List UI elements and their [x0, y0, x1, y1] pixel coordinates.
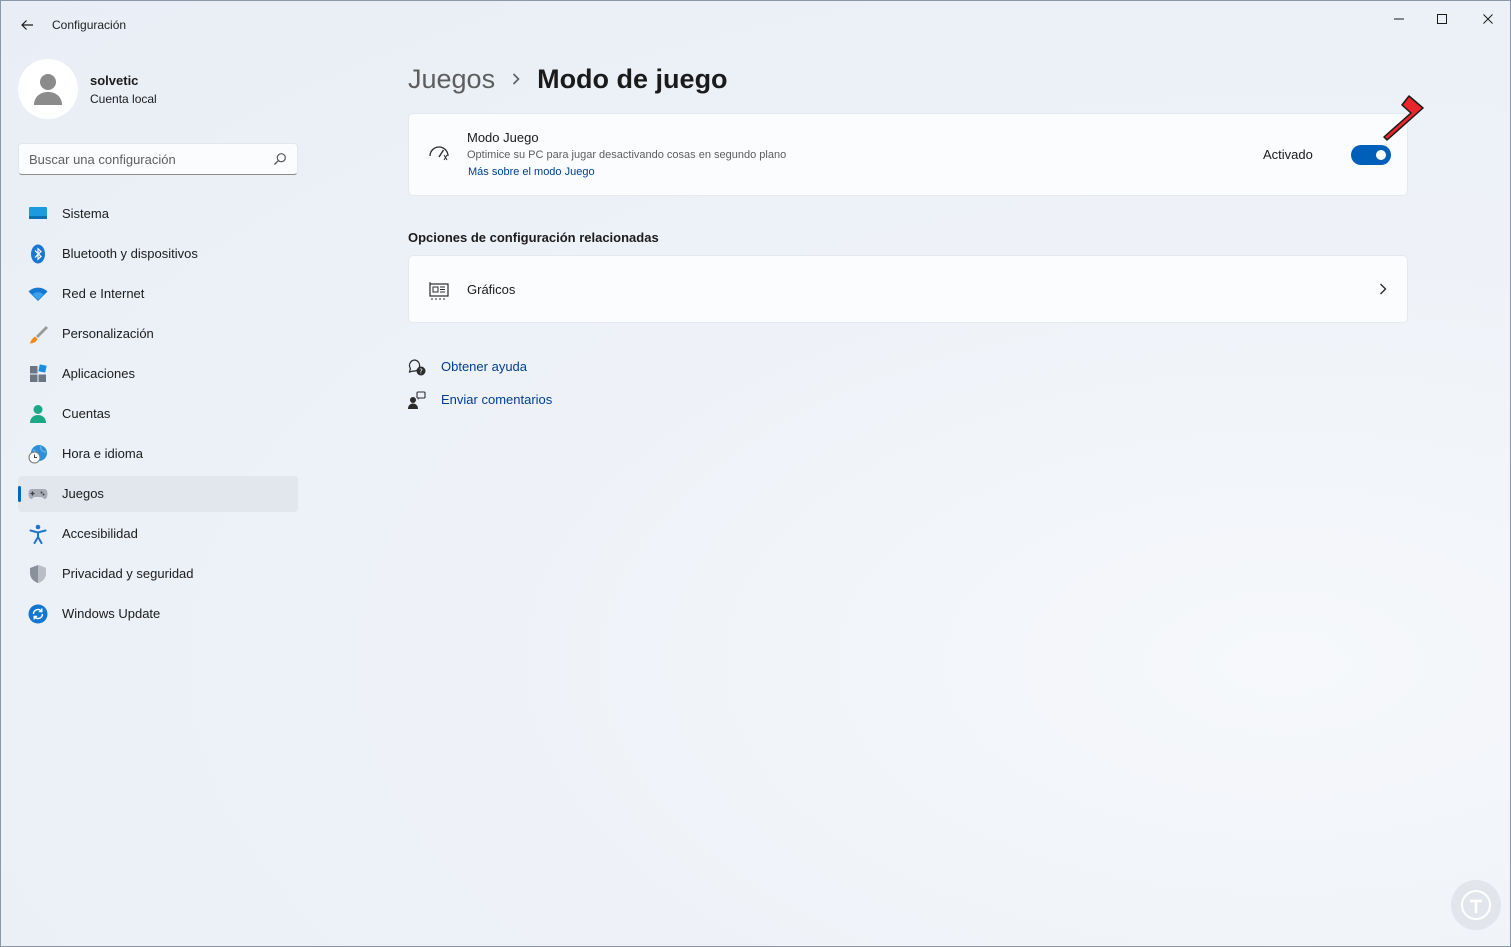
game-mode-toggle[interactable]	[1351, 145, 1391, 165]
user-profile[interactable]: solvetic Cuenta local	[18, 59, 298, 119]
breadcrumb: Juegos Modo de juego	[408, 59, 728, 99]
sidebar-item-cuentas[interactable]: Cuentas	[18, 396, 298, 432]
shield-icon	[30, 565, 46, 583]
breadcrumb-separator	[511, 72, 521, 86]
accessibility-icon	[29, 524, 47, 544]
sidebar-item-label: Sistema	[62, 206, 109, 221]
related-settings-title: Opciones de configuración relacionadas	[408, 230, 659, 245]
chevron-right-icon	[1380, 283, 1387, 295]
sidebar-item-label: Windows Update	[62, 606, 161, 621]
graphics-label: Gráficos	[467, 282, 516, 297]
game-mode-state-label: Activado	[1263, 147, 1313, 162]
sidebar-item-aplicaciones[interactable]: Aplicaciones	[18, 356, 298, 392]
game-mode-description: Optimice su PC para jugar desactivando c…	[467, 149, 787, 161]
sidebar-item-sistema[interactable]: Sistema	[18, 196, 298, 232]
user-name: solvetic	[90, 73, 139, 88]
toggle-knob	[1376, 150, 1386, 160]
minimize-button[interactable]	[1376, 7, 1422, 31]
avatar	[18, 59, 78, 119]
back-button[interactable]	[15, 13, 39, 37]
svg-text:?: ?	[419, 368, 423, 376]
game-mode-learn-more-link[interactable]: Más sobre el modo Juego	[468, 166, 595, 178]
graphics-settings-card[interactable]: Gráficos	[408, 255, 1408, 323]
help-chat-icon: ?	[408, 359, 426, 376]
sidebar-item-label: Personalización	[62, 326, 154, 341]
sidebar-item-bluetooth[interactable]: Bluetooth y dispositivos	[18, 236, 298, 272]
brush-icon	[29, 326, 48, 344]
sidebar-item-label: Accesibilidad	[62, 526, 138, 541]
account-icon	[30, 405, 46, 423]
update-icon	[28, 604, 48, 624]
page-title: Modo de juego	[537, 63, 728, 94]
app-title: Configuración	[52, 18, 127, 32]
account-type: Cuenta local	[90, 92, 157, 106]
sidebar-item-hora[interactable]: Hora e idioma	[18, 436, 298, 472]
sidebar-nav: Sistema Bluetooth y dispositivos Red e I…	[18, 196, 298, 636]
close-icon	[1483, 14, 1493, 24]
search-icon[interactable]	[273, 152, 287, 166]
sidebar-item-label: Bluetooth y dispositivos	[62, 246, 198, 261]
search-input[interactable]	[19, 144, 279, 174]
breadcrumb-parent[interactable]: Juegos	[408, 64, 495, 95]
sidebar-item-label: Privacidad y seguridad	[62, 566, 194, 581]
sidebar-item-privacidad[interactable]: Privacidad y seguridad	[18, 556, 298, 592]
back-arrow-icon	[21, 20, 33, 30]
send-feedback-label: Enviar comentarios	[441, 392, 553, 407]
sidebar-item-label: Juegos	[62, 486, 104, 501]
sidebar-item-red[interactable]: Red e Internet	[18, 276, 298, 312]
wifi-icon	[28, 287, 48, 301]
feedback-person-icon	[408, 391, 426, 409]
game-mode-gauge-icon	[429, 146, 449, 161]
get-help-label: Obtener ayuda	[441, 359, 528, 374]
watermark-logo-icon	[1461, 890, 1491, 920]
sidebar-item-label: Aplicaciones	[62, 366, 135, 381]
sidebar-item-label: Hora e idioma	[62, 446, 143, 461]
game-mode-card: Modo Juego Optimice su PC para jugar des…	[408, 113, 1408, 196]
apps-icon	[30, 364, 47, 382]
sidebar-item-windows-update[interactable]: Windows Update	[18, 596, 298, 632]
title-bar: Configuración	[1, 1, 1510, 51]
clock-globe-icon	[28, 445, 47, 464]
maximize-icon	[1437, 14, 1447, 24]
chevron-right-icon	[513, 73, 520, 85]
sidebar-item-juegos[interactable]: Juegos	[18, 476, 298, 512]
sidebar-item-accesibilidad[interactable]: Accesibilidad	[18, 516, 298, 552]
close-button[interactable]	[1465, 7, 1511, 31]
graphics-card-icon	[429, 282, 449, 300]
sidebar-item-personalizacion[interactable]: Personalización	[18, 316, 298, 352]
bluetooth-icon	[31, 244, 45, 264]
game-mode-title: Modo Juego	[467, 130, 539, 145]
gamepad-icon	[28, 489, 48, 499]
watermark-logo	[1451, 880, 1501, 930]
sidebar-item-label: Cuentas	[62, 406, 111, 421]
minimize-icon	[1394, 18, 1404, 20]
search-box	[18, 143, 298, 175]
user-avatar-icon	[34, 74, 62, 105]
system-icon	[29, 207, 47, 219]
maximize-button[interactable]	[1419, 7, 1465, 31]
sidebar-item-label: Red e Internet	[62, 286, 145, 301]
